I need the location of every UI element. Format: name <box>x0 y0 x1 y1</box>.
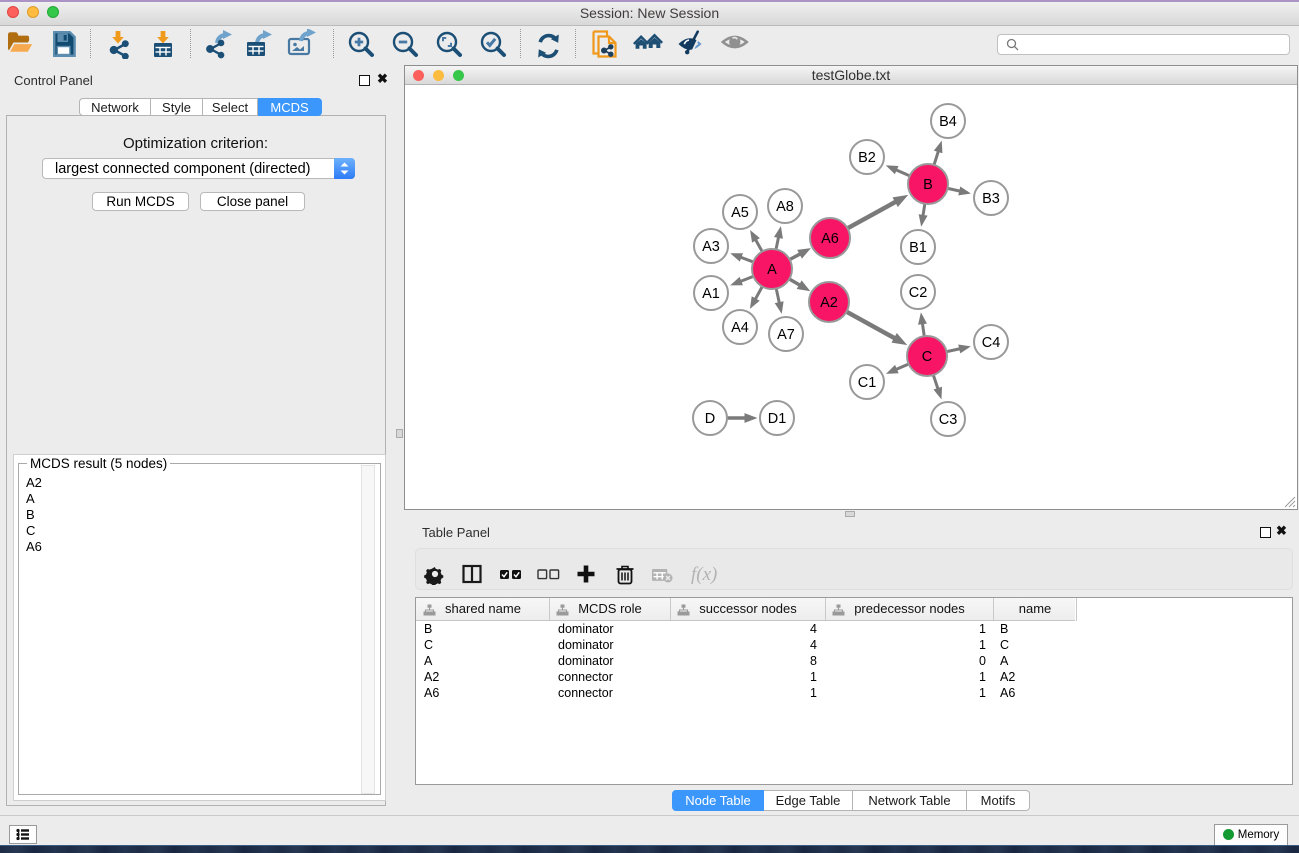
svg-text:A6: A6 <box>821 231 839 247</box>
svg-text:A4: A4 <box>731 320 749 336</box>
svg-text:D: D <box>705 411 715 427</box>
svg-text:C2: C2 <box>909 285 928 301</box>
svg-text:B: B <box>923 177 933 193</box>
svg-text:B3: B3 <box>982 191 1000 207</box>
svg-text:B2: B2 <box>858 150 876 166</box>
svg-text:D1: D1 <box>768 411 787 427</box>
svg-text:A3: A3 <box>702 239 720 255</box>
svg-text:A1: A1 <box>702 286 720 302</box>
svg-text:A2: A2 <box>820 295 838 311</box>
svg-text:A: A <box>767 262 777 278</box>
svg-text:B4: B4 <box>939 114 957 130</box>
svg-text:A7: A7 <box>777 327 795 343</box>
svg-text:B1: B1 <box>909 240 927 256</box>
svg-text:A8: A8 <box>776 199 794 215</box>
svg-text:C3: C3 <box>939 412 958 428</box>
svg-text:C: C <box>922 349 932 365</box>
svg-text:f(x): f(x) <box>691 564 717 585</box>
svg-text:A5: A5 <box>731 205 749 221</box>
svg-text:C1: C1 <box>858 375 877 391</box>
svg-text:C4: C4 <box>982 335 1001 351</box>
